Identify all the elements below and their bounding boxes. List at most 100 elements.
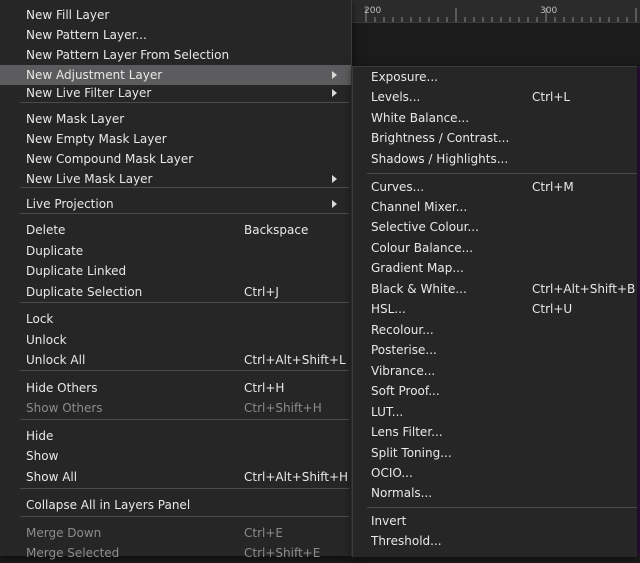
menu-item-label: Curves... (371, 180, 425, 194)
menu-item-label: New Adjustment Layer (26, 68, 163, 82)
menu-separator (367, 507, 637, 508)
menu-item-new-pattern-layer-from-selection[interactable]: New Pattern Layer From Selection (0, 45, 351, 65)
menu-item-live-projection[interactable]: Live Projection (0, 194, 351, 214)
menu-item-exposure[interactable]: Exposure... (353, 67, 637, 87)
menu-item-shortcut: Ctrl+Alt+Shift+H (244, 470, 349, 484)
layer-menu: New Fill Layer New Pattern Layer... New Pa… (0, 0, 352, 560)
menu-item-shortcut: Ctrl+L (532, 90, 571, 104)
menu-item-label: Gradient Map... (371, 261, 464, 275)
menu-item-duplicate-linked[interactable]: Duplicate Linked (0, 261, 351, 281)
menu-item-new-empty-mask-layer[interactable]: New Empty Mask Layer (0, 129, 351, 149)
menu-item-normals[interactable]: Normals... (353, 483, 637, 503)
menu-item-lens-filter[interactable]: Lens Filter... (353, 422, 637, 442)
menu-separator (367, 173, 637, 174)
menu-item-label: Show Others (26, 401, 103, 415)
menu-item-label: Posterise... (371, 343, 437, 357)
submenu-arrow-icon (332, 89, 337, 97)
menu-item-label: Live Projection (26, 197, 114, 211)
menu-item-label: New Live Mask Layer (26, 172, 153, 186)
menu-item-levels[interactable]: Levels... Ctrl+L (353, 87, 637, 107)
menu-item-lock[interactable]: Lock (0, 309, 351, 329)
menu-item-new-pattern-layer[interactable]: New Pattern Layer... (0, 25, 351, 45)
menu-separator (20, 419, 349, 420)
menu-item-lut[interactable]: LUT... (353, 402, 637, 422)
menu-item-label: Duplicate Selection (26, 285, 143, 299)
submenu-arrow-icon (332, 175, 337, 183)
menu-item-invert[interactable]: Invert (353, 511, 637, 531)
menu-item-shortcut: Ctrl+U (532, 302, 573, 316)
menu-item-label: Normals... (371, 486, 433, 500)
menu-item-split-toning[interactable]: Split Toning... (353, 443, 637, 463)
menu-item-channel-mixer[interactable]: Channel Mixer... (353, 197, 637, 217)
menu-item-label: Lock (26, 312, 54, 326)
submenu-arrow-icon (332, 71, 337, 79)
ruler-mark-300: 300 (540, 6, 558, 16)
menu-item-hsl[interactable]: HSL... Ctrl+U (353, 299, 637, 319)
menu-item-posterise[interactable]: Posterise... (353, 340, 637, 360)
menu-item-hide-others[interactable]: Hide Others Ctrl+H (0, 378, 351, 398)
menu-item-new-fill-layer[interactable]: New Fill Layer (0, 5, 351, 25)
menu-item-vibrance[interactable]: Vibrance... (353, 361, 637, 381)
menu-separator (20, 302, 349, 303)
menu-item-white-balance[interactable]: White Balance... (353, 108, 637, 128)
menu-item-label: Soft Proof... (371, 384, 440, 398)
menu-item-label: Split Toning... (371, 446, 452, 460)
menu-item-label: Levels... (371, 90, 421, 104)
menu-item-shadows-highlights[interactable]: Shadows / Highlights... (353, 149, 637, 169)
menu-item-show[interactable]: Show (0, 446, 351, 466)
menu-item-unlock-all[interactable]: Unlock All Ctrl+Alt+Shift+L (0, 350, 351, 370)
menu-item-merge-down: Merge Down Ctrl+E (0, 523, 351, 543)
menu-item-merge-selected: Merge Selected Ctrl+Shift+E (0, 543, 351, 563)
menu-item-label: Hide Others (26, 381, 98, 395)
menu-item-colour-balance[interactable]: Colour Balance... (353, 238, 637, 258)
menu-item-label: Black & White... (371, 282, 467, 296)
menu-item-new-compound-mask-layer[interactable]: New Compound Mask Layer (0, 149, 351, 169)
menu-item-gradient-map[interactable]: Gradient Map... (353, 258, 637, 278)
menu-item-label: New Compound Mask Layer (26, 152, 194, 166)
menu-item-shortcut: Ctrl+Shift+H (244, 401, 322, 415)
menu-item-label: HSL... (371, 302, 406, 316)
menu-item-new-mask-layer[interactable]: New Mask Layer (0, 109, 351, 129)
menu-item-label: Selective Colour... (371, 220, 479, 234)
menu-separator (20, 213, 349, 214)
menu-item-unlock[interactable]: Unlock (0, 330, 351, 350)
menu-item-recolour[interactable]: Recolour... (353, 320, 637, 340)
menu-item-black-and-white[interactable]: Black & White... Ctrl+Alt+Shift+B (353, 279, 637, 299)
menu-item-ocio[interactable]: OCIO... (353, 463, 637, 483)
menu-item-new-live-filter-layer[interactable]: New Live Filter Layer (0, 83, 351, 103)
menu-item-delete[interactable]: Delete Backspace (0, 220, 351, 240)
menu-item-label: New Live Filter Layer (26, 86, 152, 100)
menu-item-brightness-contrast[interactable]: Brightness / Contrast... (353, 128, 637, 148)
menu-item-threshold[interactable]: Threshold... (353, 531, 637, 551)
menu-item-new-live-mask-layer[interactable]: New Live Mask Layer (0, 169, 351, 189)
menu-item-shortcut: Ctrl+E (244, 526, 283, 540)
menu-separator (20, 370, 349, 371)
menu-item-label: Unlock All (26, 353, 86, 367)
menu-item-new-adjustment-layer[interactable]: New Adjustment Layer (0, 65, 351, 85)
menu-item-shortcut: Backspace (244, 223, 309, 237)
menu-separator (20, 102, 349, 103)
menu-item-label: New Pattern Layer From Selection (26, 48, 230, 62)
menu-item-shortcut: Ctrl+Shift+E (244, 546, 321, 560)
menu-item-shortcut: Ctrl+J (244, 285, 279, 299)
menu-item-duplicate[interactable]: Duplicate (0, 241, 351, 261)
ruler-mark-200: 200 (364, 6, 382, 16)
menu-item-label: Invert (371, 514, 407, 528)
menu-item-hide[interactable]: Hide (0, 426, 351, 446)
menu-item-label: Brightness / Contrast... (371, 131, 510, 145)
menu-item-label: Merge Selected (26, 546, 120, 560)
menu-item-label: Shadows / Highlights... (371, 152, 509, 166)
menu-separator (20, 187, 349, 188)
menu-item-label: Unlock (26, 333, 67, 347)
menu-item-collapse-all-in-layers-panel[interactable]: Collapse All in Layers Panel (0, 495, 351, 515)
menu-item-shortcut: Ctrl+Alt+Shift+B (532, 282, 636, 296)
menu-item-label: New Fill Layer (26, 8, 110, 22)
menu-item-duplicate-selection[interactable]: Duplicate Selection Ctrl+J (0, 282, 351, 302)
menu-item-curves[interactable]: Curves... Ctrl+M (353, 177, 637, 197)
menu-separator (20, 488, 349, 489)
menu-separator (20, 516, 349, 517)
menu-item-soft-proof[interactable]: Soft Proof... (353, 381, 637, 401)
menu-item-label: Exposure... (371, 70, 438, 84)
menu-item-selective-colour[interactable]: Selective Colour... (353, 217, 637, 237)
menu-item-show-all[interactable]: Show All Ctrl+Alt+Shift+H (0, 467, 351, 487)
